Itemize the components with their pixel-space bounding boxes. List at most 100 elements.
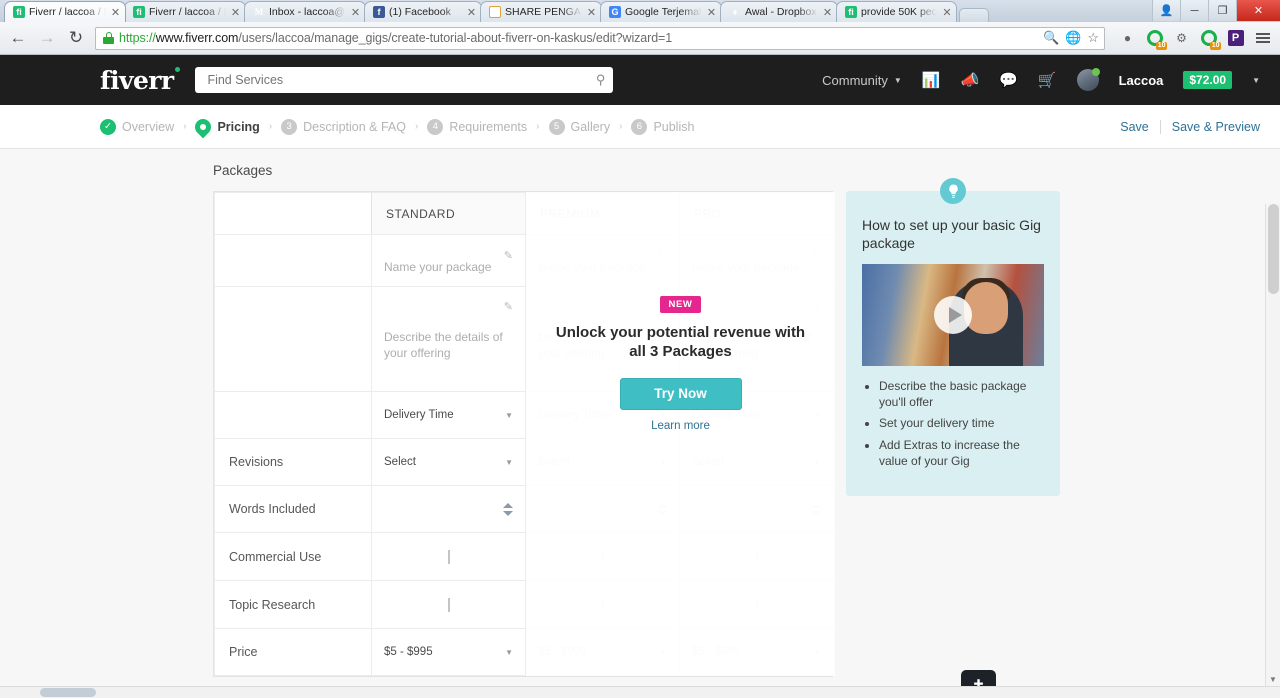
cart-icon[interactable]: 🛒 bbox=[1038, 71, 1057, 89]
pocket-icon[interactable]: P bbox=[1226, 29, 1245, 48]
spinner-arrows-icon[interactable] bbox=[384, 502, 513, 516]
package-name-input-premium[interactable]: Name your package ✎ bbox=[525, 234, 680, 287]
browser-tab[interactable]: fi Fiverr / laccoa / E ✕ bbox=[4, 1, 126, 22]
revisions-select-premium[interactable]: Select ▼ bbox=[525, 438, 680, 486]
browser-tab[interactable]: f (1) Facebook ✕ bbox=[364, 1, 482, 22]
avatar[interactable] bbox=[1076, 68, 1100, 91]
checkbox-icon[interactable] bbox=[755, 549, 758, 564]
revisions-select-pro[interactable]: Select ▼ bbox=[679, 438, 834, 486]
package-column-standard[interactable]: STANDARD bbox=[371, 192, 526, 235]
pencil-icon[interactable]: ✎ bbox=[812, 301, 821, 315]
learn-more-link[interactable]: Learn more bbox=[651, 420, 710, 432]
step-requirements[interactable]: 4 Requirements bbox=[427, 118, 527, 135]
browser-tab[interactable]: fi Fiverr / laccoa / F ✕ bbox=[124, 1, 246, 22]
scrollbar-thumb[interactable] bbox=[1268, 204, 1279, 294]
browser-tab[interactable]: fi provide 50K peo ✕ bbox=[836, 1, 958, 22]
search-icon[interactable]: ⚲ bbox=[596, 72, 606, 88]
translate-icon[interactable]: 🌐 bbox=[1065, 30, 1081, 46]
price-select-standard[interactable]: $5 - $995 ▼ bbox=[371, 628, 526, 676]
save-preview-button[interactable]: Save & Preview bbox=[1172, 120, 1260, 134]
vertical-scrollbar[interactable]: ▼ bbox=[1265, 204, 1280, 698]
package-name-input-pro[interactable]: Name your package ✎ bbox=[679, 234, 834, 287]
horizontal-scrollbar[interactable] bbox=[0, 686, 1280, 698]
spinner-arrows-icon[interactable] bbox=[692, 502, 821, 516]
zoom-out-icon[interactable]: 🔍 bbox=[1043, 30, 1059, 46]
chat-icon[interactable]: 💬 bbox=[999, 71, 1018, 89]
package-column-premium[interactable]: PREMIUM bbox=[525, 192, 680, 235]
save-button[interactable]: Save bbox=[1120, 120, 1149, 134]
commercial-use-checkbox-pro[interactable] bbox=[679, 532, 834, 581]
browser-tab[interactable]: ♦ Awal - Dropbox ✕ bbox=[720, 1, 838, 22]
scroll-down-icon[interactable]: ▼ bbox=[1269, 675, 1277, 684]
words-stepper-premium[interactable] bbox=[525, 485, 680, 533]
topic-research-checkbox-standard[interactable] bbox=[371, 580, 526, 629]
adblock-icon[interactable]: ● bbox=[1118, 29, 1137, 48]
user-switch-icon[interactable]: 👤 bbox=[1152, 0, 1180, 21]
delivery-time-select-standard[interactable]: Delivery Time ▼ bbox=[371, 391, 526, 439]
reload-icon[interactable]: ↻ bbox=[66, 28, 86, 48]
close-icon[interactable]: ✕ bbox=[230, 6, 241, 19]
community-menu[interactable]: Community ▼ bbox=[822, 73, 902, 88]
step-publish[interactable]: 6 Publish bbox=[631, 118, 694, 135]
package-desc-input-standard[interactable]: Describe the details of your offering ✎ bbox=[371, 286, 526, 392]
back-icon[interactable]: ← bbox=[8, 28, 28, 48]
revisions-select-standard[interactable]: Select ▼ bbox=[371, 438, 526, 486]
close-window-button[interactable]: ✕ bbox=[1236, 0, 1280, 21]
words-stepper-pro[interactable] bbox=[679, 485, 834, 533]
step-gallery[interactable]: 5 Gallery bbox=[548, 118, 610, 135]
balance-badge[interactable]: $72.00 bbox=[1183, 71, 1233, 89]
fiverr-logo[interactable]: fiverr bbox=[100, 66, 181, 95]
forward-icon[interactable]: → bbox=[37, 28, 57, 48]
price-select-pro[interactable]: $5 - $995 ▼ bbox=[679, 628, 834, 676]
spinner-arrows-icon[interactable] bbox=[538, 502, 667, 516]
commercial-use-checkbox-standard[interactable] bbox=[371, 532, 526, 581]
minimize-button[interactable]: ─ bbox=[1180, 0, 1208, 21]
pencil-icon[interactable]: ✎ bbox=[658, 249, 667, 262]
package-name-input-standard[interactable]: Name your package ✎ bbox=[371, 234, 526, 287]
checkbox-icon[interactable] bbox=[447, 549, 450, 564]
browser-tab[interactable]: M Inbox - laccoa@g ✕ bbox=[244, 1, 366, 22]
pencil-icon[interactable]: ✎ bbox=[504, 249, 513, 262]
close-icon[interactable]: ✕ bbox=[941, 6, 952, 19]
step-overview[interactable]: ✓ Overview bbox=[100, 118, 174, 135]
scrollbar-thumb[interactable] bbox=[40, 688, 96, 697]
words-stepper-standard[interactable] bbox=[371, 485, 526, 533]
analytics-icon[interactable]: 📊 bbox=[922, 71, 941, 89]
topic-research-checkbox-premium[interactable] bbox=[525, 580, 680, 629]
ring-green-2-icon[interactable]: 10 bbox=[1199, 29, 1221, 50]
close-icon[interactable]: ✕ bbox=[110, 6, 121, 19]
search-input[interactable]: ⚲ bbox=[195, 67, 614, 93]
close-icon[interactable]: ✕ bbox=[466, 6, 477, 19]
close-icon[interactable]: ✕ bbox=[706, 6, 717, 19]
topic-research-checkbox-pro[interactable] bbox=[679, 580, 834, 629]
pencil-icon[interactable]: ✎ bbox=[504, 301, 513, 315]
megaphone-icon[interactable]: 📣 bbox=[961, 71, 980, 89]
play-icon[interactable] bbox=[934, 295, 972, 334]
checkbox-icon[interactable] bbox=[447, 597, 450, 612]
search-field[interactable] bbox=[205, 72, 596, 88]
tutorial-video-thumbnail[interactable] bbox=[862, 263, 1044, 366]
pencil-icon[interactable]: ✎ bbox=[812, 249, 821, 262]
browser-menu-icon[interactable] bbox=[1253, 29, 1272, 48]
user-menu-chevron-icon[interactable]: ▼ bbox=[1252, 76, 1260, 85]
try-now-button[interactable]: Try Now bbox=[619, 377, 742, 410]
checkbox-icon[interactable] bbox=[755, 597, 758, 612]
tools-icon[interactable]: ⚙ bbox=[1172, 29, 1191, 48]
new-tab-button[interactable] bbox=[959, 8, 990, 22]
step-description-faq[interactable]: 3 Description & FAQ bbox=[281, 118, 406, 135]
ring-green-icon[interactable]: 10 bbox=[1145, 29, 1167, 50]
package-column-pro[interactable]: PRO bbox=[679, 192, 834, 235]
checkbox-icon[interactable] bbox=[601, 597, 604, 612]
maximize-button[interactable]: ❐ bbox=[1208, 0, 1236, 21]
checkbox-icon[interactable] bbox=[601, 549, 604, 564]
close-icon[interactable]: ✕ bbox=[350, 6, 361, 19]
close-icon[interactable]: ✕ bbox=[822, 6, 833, 19]
browser-tab[interactable]: G Google Terjemah ✕ bbox=[600, 1, 722, 22]
username-label[interactable]: Laccoa bbox=[1119, 73, 1164, 88]
commercial-use-checkbox-premium[interactable] bbox=[525, 532, 680, 581]
price-select-premium[interactable]: $5 - $995 ▼ bbox=[525, 628, 680, 676]
close-icon[interactable]: ✕ bbox=[586, 6, 597, 19]
address-bar[interactable]: https://www.fiverr.com/users/laccoa/mana… bbox=[95, 26, 1105, 50]
browser-tab[interactable]: K SHARE PENGALA ✕ bbox=[480, 1, 602, 22]
bookmark-star-icon[interactable]: ☆ bbox=[1087, 30, 1099, 46]
